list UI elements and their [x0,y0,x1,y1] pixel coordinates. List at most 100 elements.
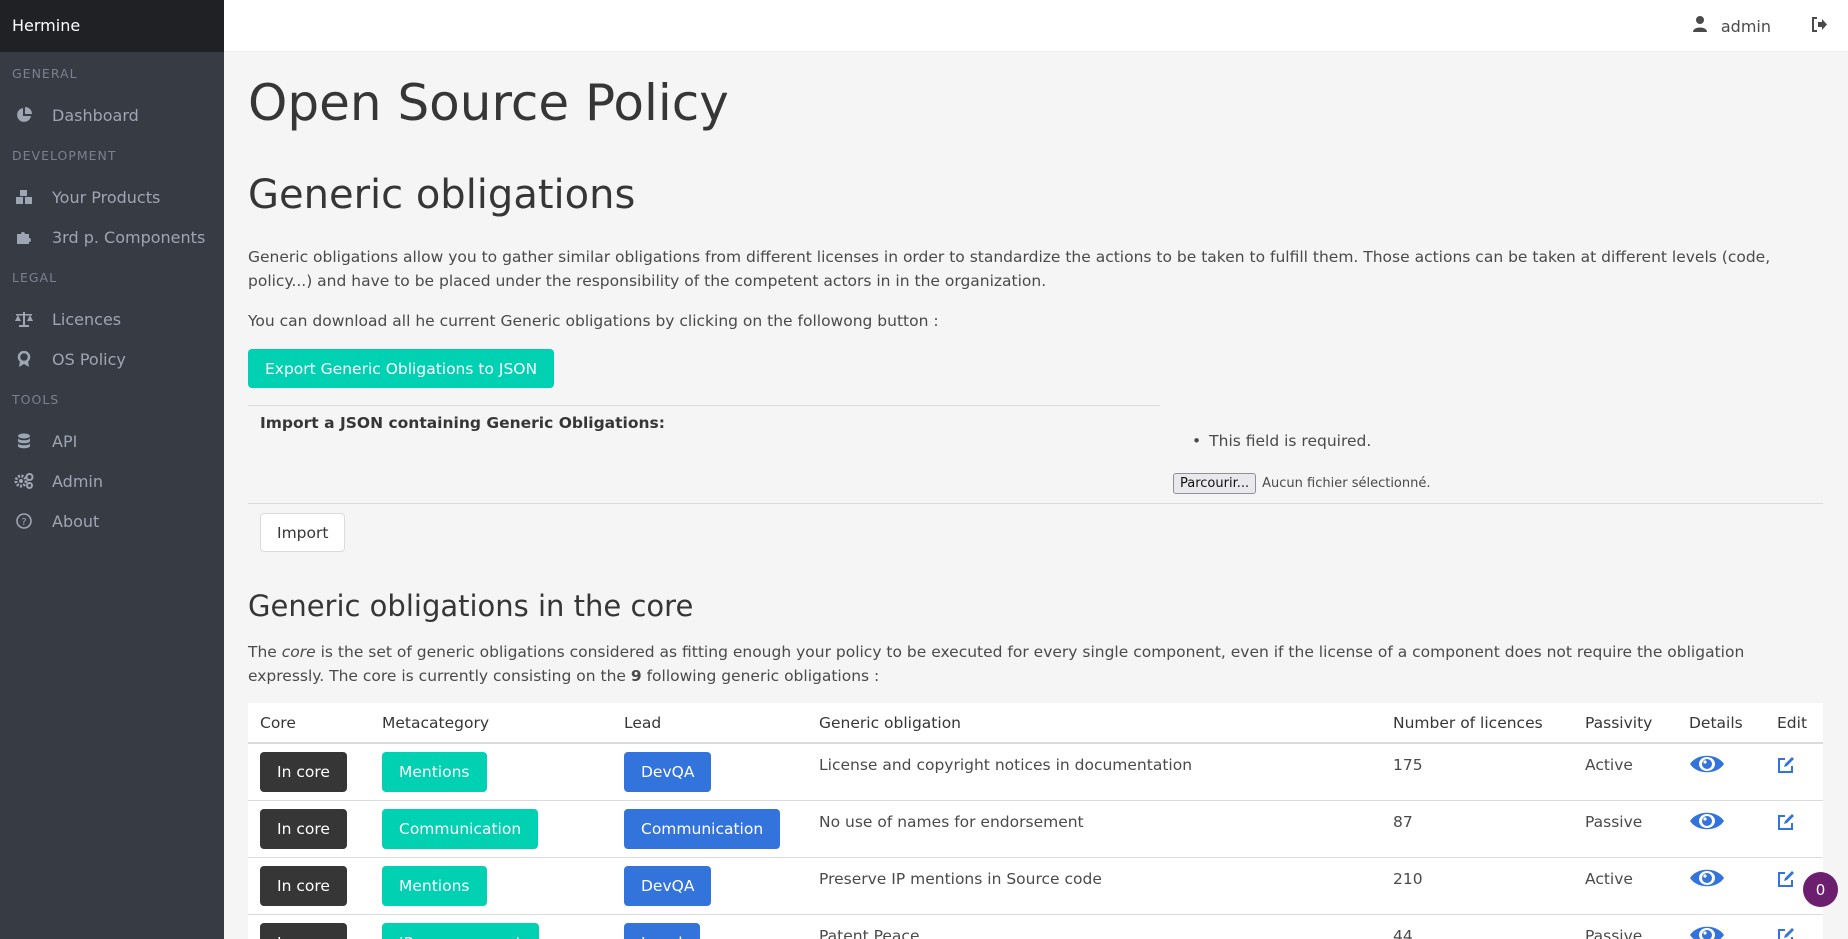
edit-icon[interactable] [1777,757,1795,778]
lead-tag[interactable]: Legal [624,923,700,939]
cell-lead: Communication [612,800,807,858]
sidebar-item-os-policy[interactable]: OS Policy [0,341,224,377]
divider [248,405,1160,406]
cell-metacategory: Mentions [370,743,612,801]
cell-passivity: Passive [1573,914,1677,939]
sidebar-item-admin[interactable]: Admin [0,463,224,499]
sidebar-item-dashboard[interactable]: Dashboard [0,97,224,133]
username[interactable]: admin [1721,17,1771,36]
core-button[interactable]: In core [260,752,347,792]
balance-scale-icon [12,311,36,327]
lead-tag[interactable]: DevQA [624,752,712,792]
core-intro-part: is the set of generic obligations consid… [248,643,1745,685]
sidebar-item-api[interactable]: API [0,423,224,459]
field-error: This field is required. [1192,432,1371,450]
sidebar-item-label: Admin [52,471,103,491]
sidebar-item-your-products[interactable]: Your Products [0,179,224,215]
cell-licences: 87 [1381,800,1573,858]
cell-lead: DevQA [612,743,807,801]
cell-lead: Legal [612,914,807,939]
column-header[interactable]: Details [1677,703,1765,744]
top-navbar: Hermine admin [0,0,1848,52]
core-intro-part: The [248,643,282,661]
metacategory-tag[interactable]: Communication [382,809,539,849]
cell-core: In core [248,743,370,801]
core-button[interactable]: In core [260,809,347,849]
brand-logo[interactable]: Hermine [0,0,224,52]
cell-core: In core [248,857,370,915]
eye-icon[interactable] [1689,755,1725,780]
intro-text: Generic obligations allow you to gather … [248,248,1771,290]
cell-metacategory: Mentions [370,857,612,915]
cell-obligation: License and copyright notices in documen… [807,743,1381,801]
column-header[interactable]: Lead [612,703,807,744]
gears-icon [12,473,36,489]
logout-icon[interactable] [1811,16,1828,36]
award-icon [12,351,36,367]
cell-metacategory: IP management [370,914,612,939]
core-button[interactable]: In core [260,866,347,906]
sidebar-item-label: Licences [52,309,122,329]
core-button[interactable]: In core [260,923,347,939]
file-input: Parcourir... Aucun fichier sélectionné. [1173,473,1431,494]
divider [248,503,1823,504]
core-intro-emphasis: core [281,643,316,661]
eye-icon[interactable] [1689,869,1725,894]
pie-chart-icon [12,107,36,123]
sidebar-item-label: OS Policy [52,349,126,369]
core-intro-text: The core is the set of generic obligatio… [248,640,1823,688]
sidebar-section-tools: TOOLS [12,392,60,407]
cell-edit [1765,743,1823,801]
export-json-button[interactable]: Export Generic Obligations to JSON [248,349,555,388]
cell-licences: 210 [1381,857,1573,915]
sidebar-item-3rd-p-components[interactable]: 3rd p. Components [0,219,224,255]
metacategory-tag[interactable]: Mentions [382,866,487,906]
sidebar-item-label: API [52,431,78,451]
cell-lead: DevQA [612,857,807,915]
sidebar-item-licences[interactable]: Licences [0,301,224,337]
sidebar: GENERAL Dashboard DEVELOPMENT Your Produ… [0,52,224,939]
eye-icon[interactable] [1689,812,1725,837]
browse-button[interactable]: Parcourir... [1173,473,1257,494]
column-header[interactable]: Passivity [1573,703,1677,744]
column-header[interactable]: Number of licences [1381,703,1573,744]
cell-obligation: Patent Peace [807,914,1381,939]
cell-details [1677,800,1765,858]
lead-tag[interactable]: Communication [624,809,781,849]
user-area: admin [1692,0,1828,52]
user-icon [1692,16,1707,36]
metacategory-tag[interactable]: IP management [382,923,539,939]
generic-obligations-table: Core Metacategory Lead Generic obligatio… [248,703,1823,939]
lead-tag[interactable]: DevQA [624,866,712,906]
question-circle-icon: ? [12,513,36,529]
puzzle-icon [12,229,36,245]
sidebar-item-label: About [52,511,100,531]
column-header[interactable]: Core [248,703,370,744]
edit-icon[interactable] [1777,814,1795,835]
eye-icon[interactable] [1689,926,1725,939]
cell-edit [1765,800,1823,858]
edit-icon[interactable] [1777,928,1795,939]
cell-edit [1765,914,1823,939]
cell-core: In core [248,914,370,939]
column-header[interactable]: Edit [1765,703,1823,744]
import-button[interactable]: Import [260,513,346,552]
field-error-list: This field is required. [1192,432,1371,450]
sidebar-section-general: GENERAL [12,66,78,81]
download-text: You can download all he current Generic … [248,312,939,330]
notification-badge[interactable]: 0 [1803,872,1838,907]
file-status: Aucun fichier sélectionné. [1262,476,1431,491]
column-header[interactable]: Metacategory [370,703,612,744]
sidebar-item-label: Your Products [52,187,161,207]
import-label: Import a JSON containing Generic Obligat… [260,414,665,432]
sidebar-item-about[interactable]: ? About [0,503,224,539]
table-row: In core Mentions DevQA Preserve IP mentions… [248,857,1823,915]
edit-icon[interactable] [1777,871,1795,892]
core-count: 9 [630,667,642,685]
cell-passivity: Passive [1573,800,1677,858]
column-header[interactable]: Generic obligation [807,703,1381,744]
table-row: In core IP management Legal Patent Peace44P… [248,914,1823,939]
metacategory-tag[interactable]: Mentions [382,752,487,792]
database-icon [12,433,36,449]
sidebar-item-label: Dashboard [52,105,139,125]
